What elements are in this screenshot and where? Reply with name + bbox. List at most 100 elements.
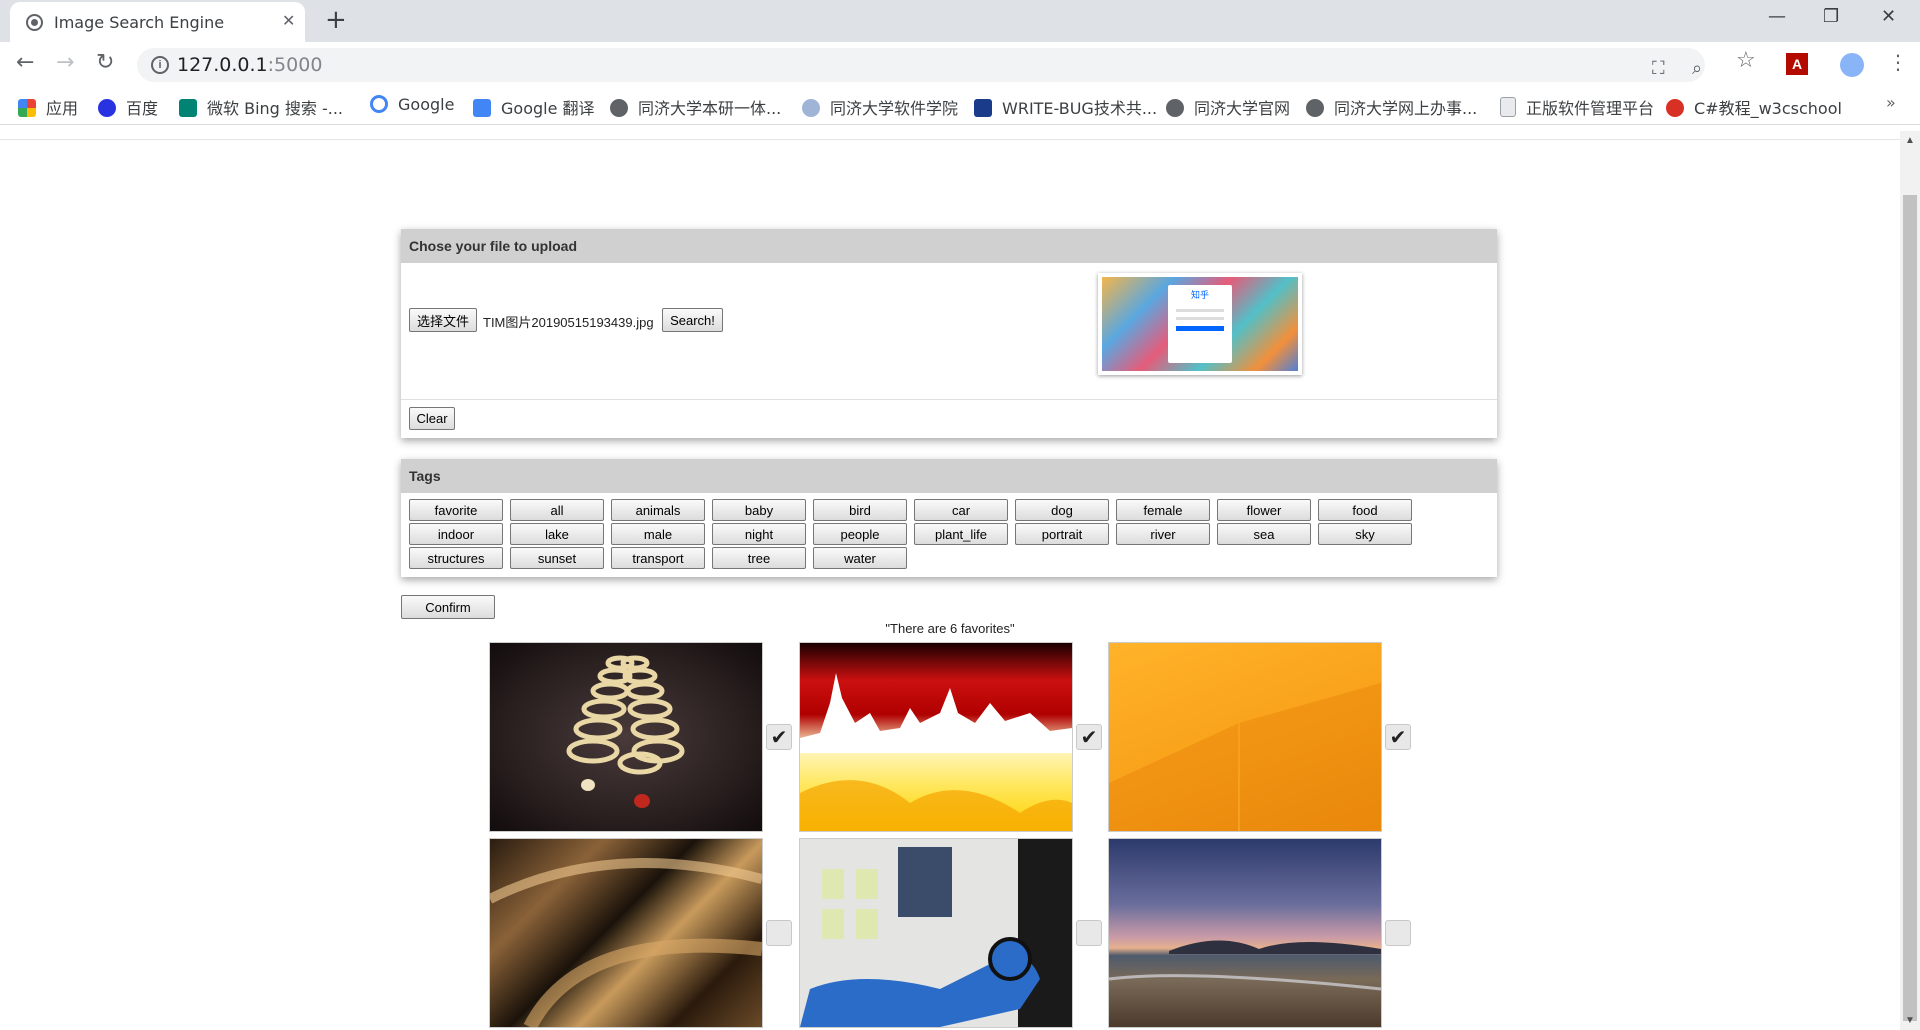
clear-button[interactable]: Clear — [409, 407, 455, 430]
result-image-6[interactable] — [1108, 838, 1382, 1028]
bookmark-tongji-office[interactable]: 同济大学网上办事... — [1306, 95, 1477, 119]
bookmarks-bar: 应用 百度 微软 Bing 搜索 -... Google Google 翻译 同… — [0, 86, 1920, 125]
bookmark-tongji-portal[interactable]: 同济大学本研一体... — [610, 95, 781, 119]
writebug-icon — [974, 99, 992, 117]
result-image-2[interactable] — [799, 642, 1073, 832]
bookmarks-more-icon[interactable]: » — [1886, 93, 1896, 112]
favorite-checkbox-5[interactable] — [1076, 920, 1102, 946]
bookmark-bing[interactable]: 微软 Bing 搜索 -... — [179, 95, 343, 119]
back-icon[interactable]: ← — [16, 50, 34, 75]
globe-icon — [610, 99, 628, 117]
browser-tab[interactable]: Image Search Engine ✕ — [10, 2, 305, 42]
favorites-count-text: "There are 6 favorites" — [885, 621, 1015, 636]
tag-button-night[interactable]: night — [712, 523, 806, 545]
document-icon — [1500, 97, 1516, 117]
scroll-down-icon[interactable]: ▼ — [1905, 1015, 1915, 1026]
tag-button-sea[interactable]: sea — [1217, 523, 1311, 545]
site-info-icon[interactable]: i — [151, 56, 169, 74]
bookmark-apps[interactable]: 应用 — [18, 95, 78, 119]
result-image-1[interactable] — [489, 642, 763, 832]
upload-panel: Chose your file to upload 选择文件 TIM图片2019… — [401, 229, 1497, 438]
globe-icon — [1166, 99, 1184, 117]
favorite-checkbox-1[interactable]: ✔ — [766, 724, 792, 750]
golden-curves-art — [490, 858, 762, 1027]
tag-button-river[interactable]: river — [1116, 523, 1210, 545]
restore-icon[interactable]: ❐ — [1823, 6, 1839, 27]
scroll-up-icon[interactable]: ▲ — [1905, 135, 1915, 146]
result-image-4[interactable] — [489, 838, 763, 1028]
tag-button-bird[interactable]: bird — [813, 499, 907, 521]
tag-button-water[interactable]: water — [813, 547, 907, 569]
translate-page-icon[interactable]: ⛶ — [1652, 58, 1665, 79]
tag-button-all[interactable]: all — [510, 499, 604, 521]
preview-image: 知乎 — [1102, 277, 1298, 371]
bookmark-tongji-official[interactable]: 同济大学官网 — [1166, 95, 1290, 119]
upload-preview: 知乎 — [1098, 273, 1302, 375]
bookmark-writebug[interactable]: WRITE-BUG技术共... — [974, 95, 1157, 119]
tag-button-portrait[interactable]: portrait — [1015, 523, 1109, 545]
tag-button-favorite[interactable]: favorite — [409, 499, 503, 521]
baidu-icon — [98, 99, 116, 117]
bookmark-label: 微软 Bing 搜索 -... — [207, 99, 344, 118]
tab-title: Image Search Engine — [54, 13, 225, 32]
bookmark-star-icon[interactable]: ☆ — [1736, 48, 1756, 73]
tag-button-baby[interactable]: baby — [712, 499, 806, 521]
selected-filename: TIM图片20190515193439.jpg — [483, 315, 654, 330]
tag-button-lake[interactable]: lake — [510, 523, 604, 545]
bookmark-label: 百度 — [126, 99, 159, 118]
tag-button-people[interactable]: people — [813, 523, 907, 545]
result-image-5[interactable] — [799, 838, 1073, 1028]
vertical-scrollbar[interactable]: ▲ ▼ — [1900, 131, 1920, 1030]
favorite-checkbox-4[interactable] — [766, 920, 792, 946]
bookmark-label: Google 翻译 — [501, 99, 595, 118]
tag-button-male[interactable]: male — [611, 523, 705, 545]
result-image-3[interactable] — [1108, 642, 1382, 832]
tongji-icon — [802, 99, 820, 117]
bookmark-software[interactable]: 正版软件管理平台 — [1500, 95, 1654, 119]
address-bar[interactable]: i 127.0.0.1:5000 ⛶ ⌕ — [137, 48, 1705, 82]
tag-button-flower[interactable]: flower — [1217, 499, 1311, 521]
new-tab-button[interactable]: + — [325, 5, 347, 35]
globe-icon — [26, 14, 43, 31]
tag-button-dog[interactable]: dog — [1015, 499, 1109, 521]
menu-icon[interactable]: ⋮ — [1888, 50, 1908, 74]
favorite-checkbox-6[interactable] — [1385, 920, 1411, 946]
tag-button-animals[interactable]: animals — [611, 499, 705, 521]
tag-button-female[interactable]: female — [1116, 499, 1210, 521]
bookmark-baidu[interactable]: 百度 — [98, 95, 158, 119]
bookmark-label: 应用 — [46, 99, 79, 118]
tag-button-sky[interactable]: sky — [1318, 523, 1412, 545]
close-window-icon[interactable]: ✕ — [1881, 6, 1896, 27]
google-icon — [370, 95, 388, 113]
bookmark-google[interactable]: Google — [370, 95, 454, 114]
minimize-icon[interactable]: — — [1768, 6, 1786, 27]
favorite-checkbox-2[interactable]: ✔ — [1076, 724, 1102, 750]
tab-close-icon[interactable]: ✕ — [282, 11, 295, 30]
circles-art — [566, 655, 685, 808]
bookmark-translate[interactable]: Google 翻译 — [473, 95, 595, 119]
tag-button-transport[interactable]: transport — [611, 547, 705, 569]
bookmark-label: 同济大学官网 — [1194, 99, 1291, 118]
reload-icon[interactable]: ↻ — [96, 50, 114, 75]
pdf-extension-icon[interactable]: A — [1786, 53, 1808, 75]
tags-panel: Tags favorite all animals baby bird car dog fem… — [401, 459, 1497, 577]
preview-field — [1176, 309, 1224, 312]
zoom-icon[interactable]: ⌕ — [1692, 58, 1702, 79]
choose-file-button[interactable]: 选择文件 — [409, 308, 477, 332]
bookmark-tongji-sse[interactable]: 同济大学软件学院 — [802, 95, 958, 119]
confirm-button[interactable]: Confirm — [401, 595, 495, 619]
search-button[interactable]: Search! — [662, 308, 723, 332]
tag-button-tree[interactable]: tree — [712, 547, 806, 569]
tag-button-structures[interactable]: structures — [409, 547, 503, 569]
bookmark-w3cschool[interactable]: C#教程_w3cschool — [1666, 95, 1842, 119]
scrollbar-thumb[interactable] — [1903, 195, 1917, 1021]
tag-button-food[interactable]: food — [1318, 499, 1412, 521]
tag-button-indoor[interactable]: indoor — [409, 523, 503, 545]
forward-icon[interactable]: → — [56, 50, 74, 75]
tag-button-plant-life[interactable]: plant_life — [914, 523, 1008, 545]
tag-button-sunset[interactable]: sunset — [510, 547, 604, 569]
profile-avatar[interactable] — [1840, 53, 1864, 77]
favorite-checkbox-3[interactable]: ✔ — [1385, 724, 1411, 750]
url-port: :5000 — [267, 54, 323, 76]
tag-button-car[interactable]: car — [914, 499, 1008, 521]
